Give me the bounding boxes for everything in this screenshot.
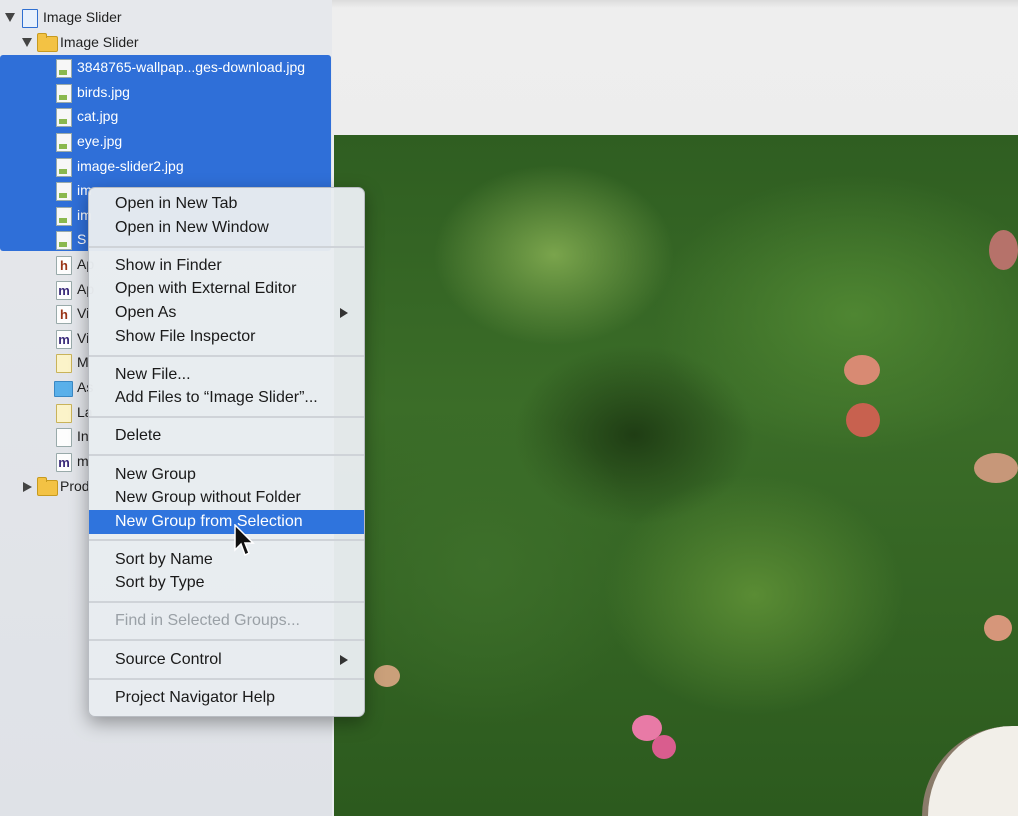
flower-blur [984,615,1012,641]
flower-blur [989,230,1018,270]
folder-icon [37,477,58,496]
header-file-icon: h [56,305,72,324]
submenu-arrow-icon [340,655,348,665]
image-file-icon [56,108,72,127]
menu-item-label: Delete [115,427,162,444]
menu-item-find-in-selected-groups: Find in Selected Groups... [89,609,364,633]
header-file-icon: h [56,256,72,275]
menu-item-source-control[interactable]: Source Control [89,648,364,672]
menu-item-label: Open As [115,304,177,321]
menu-item-label: Open with External Editor [115,280,297,297]
menu-item-label: New File... [115,366,191,383]
source-file-icon: m [56,330,72,349]
menu-item-label: New Group [115,466,196,483]
image-file-icon [56,158,72,177]
menu-item-new-group[interactable]: New Group [89,463,364,487]
menu-separator [89,678,364,680]
nav-row-file[interactable]: image-slider2.jpg [0,154,332,179]
folder-icon [37,33,58,52]
file-label: m [77,453,89,469]
menu-item-new-group-without-folder[interactable]: New Group without Folder [89,486,364,510]
file-label: eye.jpg [77,133,123,149]
menu-item-show-in-finder[interactable]: Show in Finder [89,254,364,278]
menu-item-label: Open in New Window [115,219,269,236]
file-label: In [77,428,89,444]
menu-item-label: Show in Finder [115,257,222,274]
menu-item-open-in-new-window[interactable]: Open in New Window [89,216,364,240]
file-label: M [77,354,89,370]
menu-item-new-group-from-selection[interactable]: New Group from Selection [89,510,364,534]
editor-header [332,0,1018,135]
menu-item-label: Find in Selected Groups... [115,612,300,629]
asset-catalog-icon [54,381,73,397]
disclosure-open-icon[interactable] [22,38,32,47]
submenu-arrow-icon [340,308,348,318]
nav-row-file[interactable]: cat.jpg [0,104,332,129]
disclosure-open-icon[interactable] [5,13,15,22]
menu-separator [89,454,364,456]
project-label: Image Slider [43,9,122,25]
source-file-icon: m [56,453,72,472]
image-file-icon [56,84,72,103]
menu-item-label: Source Control [115,651,222,668]
nav-row-file[interactable]: 3848765-wallpap...ges-download.jpg [0,55,332,80]
flower-blur [844,355,880,385]
image-preview [334,135,1018,816]
menu-item-add-files[interactable]: Add Files to “Image Slider”... [89,386,364,410]
image-file-icon [56,59,72,78]
context-menu: Open in New Tab Open in New Window Show … [88,187,365,717]
file-label: birds.jpg [77,84,130,100]
menu-separator [89,539,364,541]
file-label: S [77,231,87,247]
menu-separator [89,246,364,248]
source-file-icon: m [56,281,72,300]
menu-separator [89,355,364,357]
image-file-icon [56,231,72,250]
menu-item-new-file[interactable]: New File... [89,363,364,387]
menu-separator [89,601,364,603]
storyboard-file-icon [56,354,72,373]
nav-row-group[interactable]: Image Slider [0,30,332,55]
menu-item-open-with-external-editor[interactable]: Open with External Editor [89,277,364,301]
menu-separator [89,639,364,641]
group-label: Image Slider [60,34,139,50]
menu-item-project-navigator-help[interactable]: Project Navigator Help [89,686,364,710]
file-label: cat.jpg [77,108,119,124]
image-file-icon [56,182,72,201]
storyboard-file-icon [56,404,72,423]
nav-row-project[interactable]: Image Slider [0,5,332,30]
menu-item-label: Add Files to “Image Slider”... [115,389,318,406]
menu-item-label: New Group from Selection [115,513,303,530]
menu-item-sort-by-name[interactable]: Sort by Name [89,548,364,572]
menu-item-label: Open in New Tab [115,195,238,212]
disclosure-closed-icon[interactable] [23,482,32,492]
menu-item-show-file-inspector[interactable]: Show File Inspector [89,325,364,349]
nav-row-file[interactable]: eye.jpg [0,129,332,154]
menu-item-label: Project Navigator Help [115,689,276,706]
menu-item-open-as[interactable]: Open As [89,301,364,325]
image-file-icon [56,133,72,152]
image-file-icon [56,207,72,226]
file-label: 3848765-wallpap...ges-download.jpg [77,59,306,75]
menu-item-label: New Group without Folder [115,489,301,506]
flower-blur [846,403,880,437]
file-label: image-slider2.jpg [77,158,184,174]
pink-flower [652,735,676,759]
menu-separator [89,416,364,418]
flower-blur [974,453,1018,483]
menu-item-label: Sort by Name [115,551,213,568]
editor-area [332,0,1018,816]
cat-in-photo [922,726,1018,816]
plist-file-icon [56,428,72,447]
menu-item-delete[interactable]: Delete [89,424,364,448]
project-file-icon [22,9,38,28]
menu-item-label: Show File Inspector [115,328,256,345]
menu-item-label: Sort by Type [115,574,205,591]
flower-blur [374,665,400,687]
menu-item-sort-by-type[interactable]: Sort by Type [89,571,364,595]
mouse-pointer-icon [234,524,255,557]
menu-item-open-in-new-tab[interactable]: Open in New Tab [89,192,364,216]
nav-row-file[interactable]: birds.jpg [0,80,332,105]
group-label: Prod [60,478,90,494]
